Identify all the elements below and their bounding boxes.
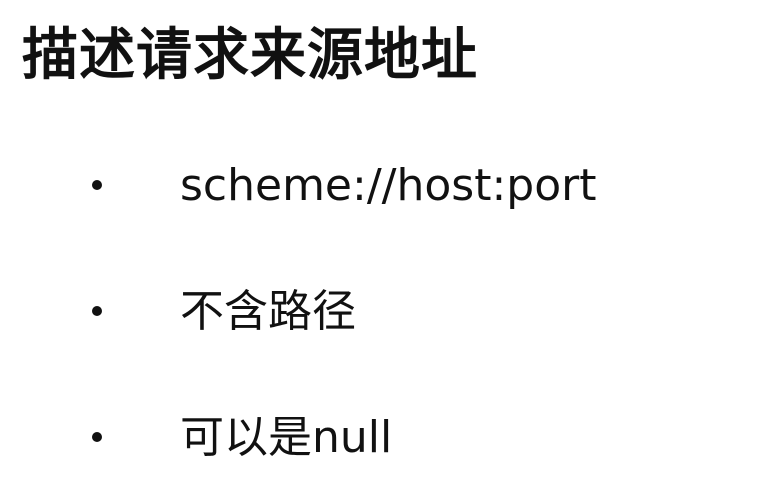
bullet-text: 可以是null <box>180 412 393 463</box>
bullet-icon <box>92 432 102 442</box>
bullet-icon <box>92 306 102 316</box>
bullet-icon <box>92 180 102 190</box>
bullet-text: scheme://host:port <box>180 160 597 211</box>
slide-title: 描述请求来源地址 <box>22 23 478 88</box>
bullet-text: 不含路径 <box>180 286 356 337</box>
slide: 描述请求来源地址 scheme://host:port 不含路径 可以是null <box>0 0 784 502</box>
